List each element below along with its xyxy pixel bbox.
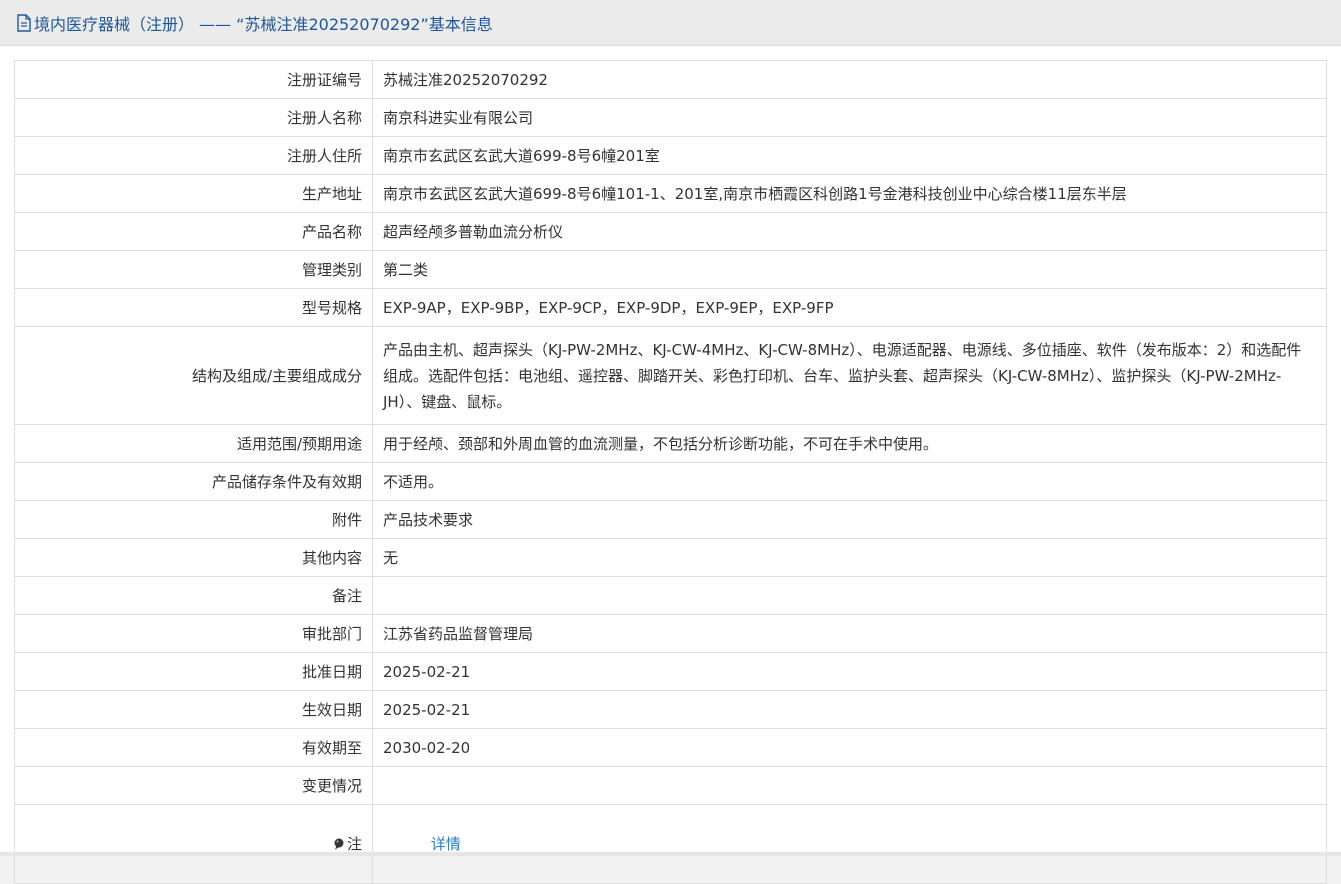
table-row: 附件 产品技术要求 — [14, 500, 1327, 539]
row-value: 南京市玄武区玄武大道699-8号6幢101-1、201室,南京市栖霞区科创路1号… — [372, 174, 1327, 213]
row-value: 2025-02-21 — [372, 690, 1327, 729]
row-label: 型号规格 — [14, 288, 373, 327]
note-label: 注 — [346, 835, 362, 853]
row-value: 江苏省药品监督管理局 — [372, 614, 1327, 653]
bottom-bar — [0, 852, 1341, 856]
table-row: 结构及组成/主要组成成分 产品由主机、超声探头（KJ-PW-2MHz、KJ-CW… — [14, 326, 1327, 425]
row-value — [372, 766, 1327, 805]
table-row: 注册人住所 南京市玄武区玄武大道699-8号6幢201室 — [14, 136, 1327, 175]
note-label-cell: 注 — [14, 804, 373, 884]
document-icon — [17, 13, 31, 32]
table-row: 其他内容 无 — [14, 538, 1327, 577]
detail-link[interactable]: 详情 — [431, 835, 461, 853]
table-row: 备注 — [14, 576, 1327, 615]
row-value: 南京市玄武区玄武大道699-8号6幢201室 — [372, 136, 1327, 175]
table-row: 注册证编号 苏械注准20252070292 — [14, 60, 1327, 99]
row-label: 批准日期 — [14, 652, 373, 691]
table-row: 适用范围/预期用途 用于经颅、颈部和外周血管的血流测量，不包括分析诊断功能，不可… — [14, 424, 1327, 463]
row-value: 南京科进实业有限公司 — [372, 98, 1327, 137]
info-table: 注册证编号 苏械注准20252070292 注册人名称 南京科进实业有限公司 注… — [14, 60, 1327, 884]
row-label: 备注 — [14, 576, 373, 615]
row-label: 生效日期 — [14, 690, 373, 729]
row-label: 适用范围/预期用途 — [14, 424, 373, 463]
table-row: 注册人名称 南京科进实业有限公司 — [14, 98, 1327, 137]
row-label: 其他内容 — [14, 538, 373, 577]
table-row: 生产地址 南京市玄武区玄武大道699-8号6幢101-1、201室,南京市栖霞区… — [14, 174, 1327, 213]
row-label: 管理类别 — [14, 250, 373, 289]
table-row: 批准日期 2025-02-21 — [14, 652, 1327, 691]
note-value-cell: 详情 — [372, 804, 1327, 884]
table-row: 型号规格 EXP-9AP，EXP-9BP，EXP-9CP，EXP-9DP，EXP… — [14, 288, 1327, 327]
row-value: 2030-02-20 — [372, 728, 1327, 767]
row-value: 超声经颅多普勒血流分析仪 — [372, 212, 1327, 251]
row-label: 附件 — [14, 500, 373, 539]
table-row: 生效日期 2025-02-21 — [14, 690, 1327, 729]
row-label: 变更情况 — [14, 766, 373, 805]
page-header: 境内医疗器械（注册） —— “苏械注准20252070292”基本信息 — [0, 0, 1341, 46]
table-row: 有效期至 2030-02-20 — [14, 728, 1327, 767]
row-value: 无 — [372, 538, 1327, 577]
table-row: 产品名称 超声经颅多普勒血流分析仪 — [14, 212, 1327, 251]
note-row: 注 详情 — [14, 804, 1327, 884]
row-label: 注册人名称 — [14, 98, 373, 137]
page-title: 境内医疗器械（注册） —— “苏械注准20252070292”基本信息 — [34, 14, 493, 34]
row-value: 不适用。 — [372, 462, 1327, 501]
row-value: 产品由主机、超声探头（KJ-PW-2MHz、KJ-CW-4MHz、KJ-CW-8… — [372, 326, 1327, 425]
row-value: 第二类 — [372, 250, 1327, 289]
row-label: 生产地址 — [14, 174, 373, 213]
row-value: 产品技术要求 — [372, 500, 1327, 539]
row-label: 注册人住所 — [14, 136, 373, 175]
row-value: EXP-9AP，EXP-9BP，EXP-9CP，EXP-9DP，EXP-9EP，… — [372, 288, 1327, 327]
row-label: 注册证编号 — [14, 60, 373, 99]
row-label: 有效期至 — [14, 728, 373, 767]
row-label: 产品储存条件及有效期 — [14, 462, 373, 501]
table-row: 审批部门 江苏省药品监督管理局 — [14, 614, 1327, 653]
row-value: 用于经颅、颈部和外周血管的血流测量，不包括分析诊断功能，不可在手术中使用。 — [372, 424, 1327, 463]
row-label: 结构及组成/主要组成成分 — [14, 326, 373, 425]
table-row: 管理类别 第二类 — [14, 250, 1327, 289]
row-value: 苏械注准20252070292 — [372, 60, 1327, 99]
table-row: 产品储存条件及有效期 不适用。 — [14, 462, 1327, 501]
row-value — [372, 576, 1327, 615]
row-label: 审批部门 — [14, 614, 373, 653]
row-value: 2025-02-21 — [372, 652, 1327, 691]
pin-icon — [334, 838, 344, 850]
row-label: 产品名称 — [14, 212, 373, 251]
table-row: 变更情况 — [14, 766, 1327, 805]
info-panel: 注册证编号 苏械注准20252070292 注册人名称 南京科进实业有限公司 注… — [0, 46, 1341, 884]
